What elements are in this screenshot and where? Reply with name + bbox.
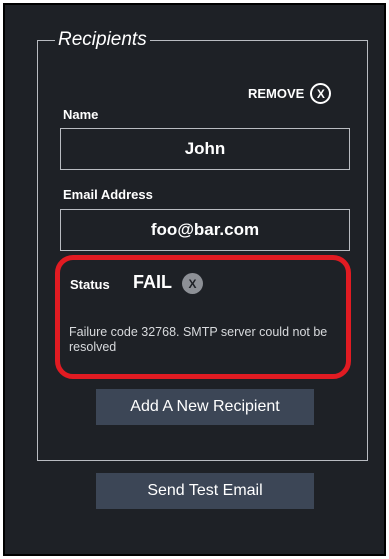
- remove-label: REMOVE: [248, 86, 305, 101]
- status-value: FAIL: [133, 272, 172, 292]
- email-label: Email Address: [63, 187, 153, 202]
- close-circle-icon: X: [310, 83, 332, 104]
- send-test-email-button[interactable]: Send Test Email: [96, 473, 314, 509]
- add-recipient-button[interactable]: Add A New Recipient: [96, 389, 314, 425]
- status-highlight: [55, 255, 351, 379]
- status-label: Status: [70, 277, 110, 292]
- fail-x-icon: X: [182, 273, 203, 294]
- email-field[interactable]: foo@bar.com: [60, 209, 350, 251]
- remove-recipient-button[interactable]: REMOVE X: [248, 83, 332, 104]
- name-field[interactable]: John: [60, 128, 350, 170]
- name-label: Name: [63, 107, 99, 122]
- failure-message: Failure code 32768. SMTP server could no…: [69, 325, 328, 354]
- recipients-legend: Recipients: [55, 29, 150, 51]
